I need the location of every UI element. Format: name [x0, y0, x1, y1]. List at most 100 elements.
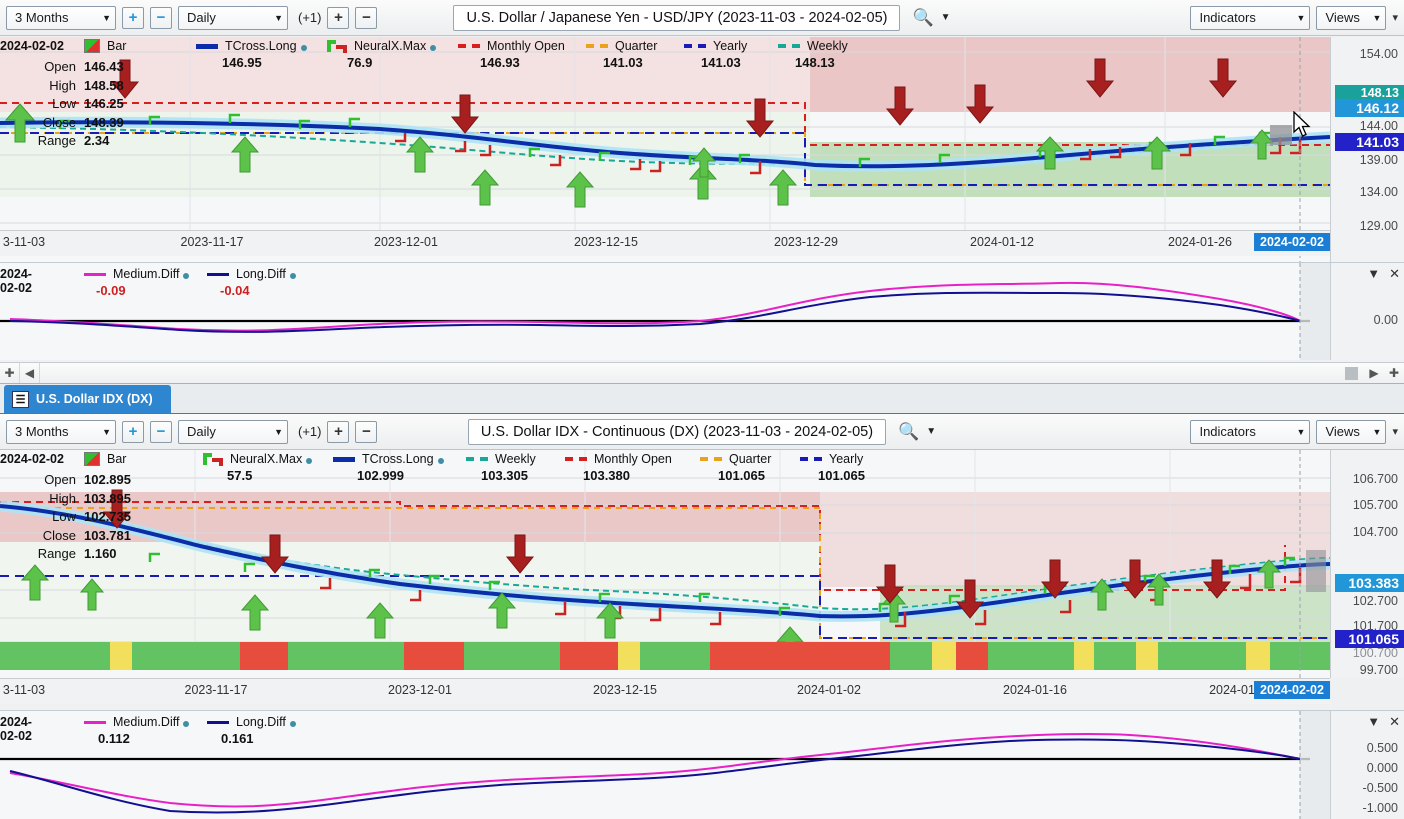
chart2-legend-yearly-label: Yearly — [829, 452, 864, 466]
chart2-x-axis[interactable]: 3-11-03 2023-11-17 2023-12-01 2023-12-15… — [0, 678, 1330, 704]
chart1-xlabel-current: 2024-02-02 — [1254, 233, 1330, 251]
chart1-interval-select[interactable]: Daily ▼ — [178, 5, 288, 30]
chart2-sub-ylabel-2: -0.500 — [1362, 781, 1398, 795]
chart2-symbol-input[interactable]: U.S. Dollar IDX - Continuous (DX) (2023-… — [467, 418, 887, 445]
chart2-forecast-minus-button[interactable]: − — [355, 420, 378, 443]
chart2-legend-quarter-label: Quarter — [729, 452, 772, 466]
chart1-legend-weekly[interactable]: Weekly — [778, 39, 848, 53]
chart1-legend-neuralx[interactable]: NeuralX.Max — [327, 39, 437, 53]
search-dropdown-caret-icon[interactable]: ▼ — [926, 426, 936, 437]
info-dot-icon[interactable] — [183, 273, 190, 279]
chart2-sub-medium-diff[interactable]: Medium.Diff — [84, 715, 190, 729]
collapse-icon[interactable]: ▼ — [1367, 266, 1380, 282]
search-icon[interactable]: 🔍 — [912, 8, 933, 28]
chart2-canvas — [0, 450, 1330, 678]
chart1-indicator-panel: 2024-02-02 Medium.Diff -0.09 Long.Diff -… — [0, 262, 1404, 360]
chart1-legend-bar[interactable]: Bar — [84, 39, 126, 53]
info-dot-icon[interactable] — [300, 45, 307, 51]
chart2-indicators-select[interactable]: Indicators ▼ — [1190, 419, 1311, 444]
info-dot-icon[interactable] — [306, 458, 313, 464]
chart2-legend-tcross[interactable]: TCross.Long — [333, 452, 444, 466]
chart2-sub-ylabel-1: 0.000 — [1366, 761, 1398, 775]
chart1-indicators-select[interactable]: Indicators ▼ — [1190, 5, 1311, 30]
chart2-range-minus-button[interactable]: − — [150, 420, 172, 443]
chevron-down-icon: ▼ — [1296, 426, 1306, 437]
chart1-overflow-caret-icon[interactable]: ▾ — [1392, 11, 1398, 24]
chart2-sub-medium-diff-label: Medium.Diff — [113, 715, 180, 729]
chart1-legend-quarter[interactable]: Quarter — [586, 39, 657, 53]
chart2-forecast-plus-button[interactable]: + — [327, 420, 350, 443]
collapse-icon[interactable]: ▼ — [1367, 714, 1380, 730]
chart1-range-plus-button[interactable]: + — [122, 6, 144, 29]
info-dot-icon[interactable] — [289, 273, 296, 279]
chart2-views-label: Views — [1325, 424, 1360, 439]
chart2-sub-ylabel-3: -1.000 — [1362, 801, 1398, 815]
chevron-down-icon: ▼ — [1296, 12, 1306, 23]
chart2-plot-area[interactable]: 2024-02-02 Bar NeuralX.Max 57.5 TCross.L… — [0, 450, 1330, 678]
chart2-legend-yearly[interactable]: Yearly — [800, 452, 863, 466]
chart2-forecast-label: (+1) — [298, 424, 322, 439]
chart2-views-select[interactable]: Views ▼ — [1316, 419, 1387, 444]
tab-usdollar-idx[interactable]: ☰ U.S. Dollar IDX (DX) — [4, 385, 171, 413]
chart1-xlabel-1: 2023-11-17 — [180, 235, 244, 249]
line-swatch-icon — [207, 272, 229, 276]
chart1-ylabel-3: 134.00 — [1359, 185, 1398, 199]
chart1-range-minus-button[interactable]: − — [150, 6, 172, 29]
info-dot-icon[interactable] — [437, 458, 444, 464]
chart1-forecast-plus-button[interactable]: + — [327, 6, 350, 29]
chart1-range-select[interactable]: 3 Months ▼ — [6, 5, 116, 30]
chart1-xlabel-0: 3-11-03 — [2, 235, 46, 249]
close-icon[interactable]: ✕ — [1389, 266, 1400, 282]
chart1-scroll-strip[interactable]: ✚ ◀ ▶ ✚ — [0, 362, 1404, 384]
chart1-legend-yearly[interactable]: Yearly — [684, 39, 747, 53]
chart1-ylabel-price: 146.12 — [1335, 99, 1404, 117]
chart2-sub-long-diff[interactable]: Long.Diff — [207, 715, 296, 729]
chart1-symbol-input[interactable]: U.S. Dollar / Japanese Yen - USD/JPY (20… — [453, 4, 901, 31]
chart2-xlabel-current: 2024-02-02 — [1254, 681, 1330, 699]
chart1-forecast-minus-button[interactable]: − — [355, 6, 378, 29]
chart1-y-axis[interactable]: 154.00 148.13 146.12 144.00 141.03 139.0… — [1330, 37, 1404, 265]
chart1-indicator-plot[interactable]: 2024-02-02 Medium.Diff -0.09 Long.Diff -… — [0, 263, 1330, 360]
chart2-legend-monthly-open[interactable]: Monthly Open — [565, 452, 672, 466]
chart2-indicators-label: Indicators — [1199, 424, 1256, 439]
chart1-legend-yearly-label: Yearly — [713, 39, 748, 53]
chart2-legend-quarter[interactable]: Quarter — [700, 452, 771, 466]
chart2-interval-select[interactable]: Daily ▼ — [178, 419, 288, 444]
info-dot-icon[interactable] — [183, 721, 190, 727]
chart2-legend-neuralx[interactable]: NeuralX.Max — [203, 452, 313, 466]
chart1-ylabel-yearly: 141.03 — [1335, 133, 1404, 151]
chart1-legend-tcross[interactable]: TCross.Long — [196, 39, 307, 53]
chart2-indicator-plot[interactable]: 2024-02-02 Medium.Diff 0.112 Long.Diff 0… — [0, 711, 1330, 819]
neuralx-swatch-icon — [327, 40, 347, 53]
chart2-legend-bar[interactable]: Bar — [84, 452, 126, 466]
chart1-x-axis[interactable]: 3-11-03 2023-11-17 2023-12-01 2023-12-15… — [0, 230, 1330, 256]
info-dot-icon[interactable] — [289, 721, 296, 727]
chart1-legend-monthly-open[interactable]: Monthly Open — [458, 39, 565, 53]
search-icon[interactable]: 🔍 — [898, 422, 919, 442]
chart1-sub-long-diff[interactable]: Long.Diff — [207, 267, 296, 281]
chart1-indicators-label: Indicators — [1199, 10, 1256, 25]
chevron-down-icon: ▼ — [102, 426, 111, 437]
scroll-thumb[interactable] — [1345, 366, 1358, 380]
chart2-legend-weekly[interactable]: Weekly — [466, 452, 536, 466]
scroll-end-icon[interactable]: ✚ — [1384, 363, 1404, 383]
chart1-xlabel-5: 2024-01-12 — [970, 235, 1034, 249]
add-panel-icon[interactable]: ✚ — [0, 363, 20, 383]
chart2-range-plus-button[interactable]: + — [122, 420, 144, 443]
close-icon[interactable]: ✕ — [1389, 714, 1400, 730]
chart2-y-axis[interactable]: 106.700 105.700 104.700 103.383 102.700 … — [1330, 450, 1404, 678]
chart2-overflow-caret-icon[interactable]: ▾ — [1392, 425, 1398, 438]
chart1-forecast-label: (+1) — [298, 10, 322, 25]
scroll-right-icon[interactable]: ▶ — [1364, 363, 1384, 383]
dashed-line-swatch-icon — [565, 457, 587, 461]
info-dot-icon[interactable] — [430, 45, 437, 51]
chart1-views-select[interactable]: Views ▼ — [1316, 5, 1387, 30]
search-dropdown-caret-icon[interactable]: ▼ — [941, 12, 951, 23]
line-swatch-icon — [196, 43, 218, 49]
chart2-indicator-canvas — [0, 711, 1330, 819]
chart2-toolbar: 3 Months ▼ + − Daily ▼ (+1) + − U.S. Dol… — [0, 414, 1404, 450]
chart2-range-select[interactable]: 3 Months ▼ — [6, 419, 116, 444]
chart1-sub-medium-diff[interactable]: Medium.Diff — [84, 267, 190, 281]
chart1-ylabel-4: 129.00 — [1359, 219, 1398, 233]
scroll-left-icon[interactable]: ◀ — [20, 363, 40, 383]
